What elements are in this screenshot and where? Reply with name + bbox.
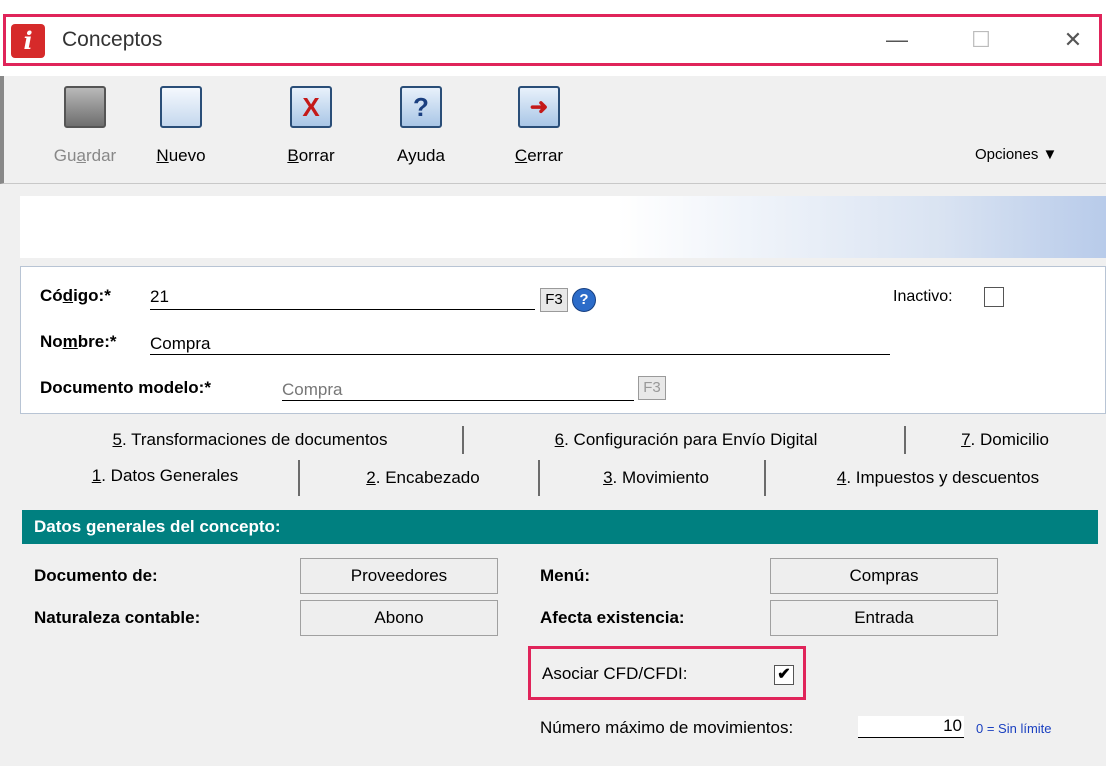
- header-banner: [20, 196, 1106, 258]
- nombre-label: Nombre:*: [40, 332, 117, 351]
- tab-domicilio[interactable]: 7. Domicilio: [930, 430, 1080, 450]
- tab-divider: [764, 460, 766, 496]
- window-title: Conceptos: [62, 28, 163, 51]
- documento-de-label: Documento de:: [34, 566, 158, 585]
- exit-label: Cerrar: [514, 146, 564, 165]
- naturaleza-contable-label: Naturaleza contable:: [34, 608, 201, 627]
- new-document-icon: [160, 86, 202, 128]
- afecta-existencia-button[interactable]: Entrada: [770, 600, 998, 636]
- section-title: Datos generales del concepto:: [22, 510, 1098, 544]
- maximize-button[interactable]: ☐: [958, 20, 1004, 60]
- delete-label: Borrar: [287, 146, 335, 165]
- max-movimientos-hint: 0 = Sin límite: [976, 721, 1052, 736]
- codigo-field[interactable]: 21: [150, 287, 535, 310]
- asociar-cfd-checkbox[interactable]: ✔: [774, 665, 794, 685]
- new-label: Nuevo: [156, 146, 206, 165]
- max-movimientos-field[interactable]: 10: [858, 716, 964, 738]
- help-icon: ?: [400, 86, 442, 128]
- menu-button[interactable]: Compras: [770, 558, 998, 594]
- help-label: Ayuda: [397, 146, 445, 165]
- documento-de-button[interactable]: Proveedores: [300, 558, 498, 594]
- menu-label: Menú:: [540, 566, 591, 585]
- documento-modelo-field[interactable]: Compra: [282, 380, 634, 401]
- delete-button[interactable]: X Borrar: [272, 86, 350, 174]
- documento-modelo-label: Documento modelo:*: [40, 378, 211, 397]
- title-bar-highlight: [3, 14, 1102, 66]
- codigo-label: Código:*: [40, 286, 111, 305]
- save-label: Guardar: [53, 146, 117, 165]
- tab-divider: [462, 426, 464, 454]
- help-circle-icon[interactable]: ?: [572, 288, 596, 312]
- save-icon: [64, 86, 106, 128]
- max-movimientos-label: Número máximo de movimientos:: [540, 718, 794, 737]
- close-button[interactable]: ✕: [1050, 20, 1096, 60]
- save-button[interactable]: Guardar: [46, 86, 124, 174]
- tab-envio-digital[interactable]: 6. Configuración para Envío Digital: [486, 430, 886, 450]
- app-logo-icon: i: [11, 24, 45, 58]
- exit-button[interactable]: ➜ Cerrar: [500, 86, 578, 174]
- exit-icon: ➜: [518, 86, 560, 128]
- tab-encabezado[interactable]: 2. Encabezado: [310, 468, 536, 488]
- asociar-cfd-label: Asociar CFD/CFDI:: [542, 664, 688, 683]
- tab-datos-generales[interactable]: 1. Datos Generales: [40, 466, 290, 486]
- naturaleza-contable-button[interactable]: Abono: [300, 600, 498, 636]
- minimize-button[interactable]: —: [874, 20, 920, 60]
- codigo-f3-button[interactable]: F3: [540, 288, 568, 312]
- tab-impuestos[interactable]: 4. Impuestos y descuentos: [780, 468, 1096, 488]
- afecta-existencia-label: Afecta existencia:: [540, 608, 685, 627]
- inactivo-checkbox[interactable]: [984, 287, 1004, 307]
- nombre-field[interactable]: Compra: [150, 334, 890, 355]
- new-button[interactable]: Nuevo: [142, 86, 220, 174]
- help-button[interactable]: ? Ayuda: [382, 86, 460, 174]
- tab-divider: [538, 460, 540, 496]
- tab-divider: [298, 460, 300, 496]
- tab-transformaciones[interactable]: 5. Transformaciones de documentos: [40, 430, 460, 450]
- delete-icon: X: [290, 86, 332, 128]
- inactivo-label: Inactivo:: [893, 288, 953, 305]
- tab-movimiento[interactable]: 3. Movimiento: [550, 468, 762, 488]
- options-menu[interactable]: Opciones ▼: [975, 146, 1057, 163]
- tab-divider: [904, 426, 906, 454]
- documento-f3-button[interactable]: F3: [638, 376, 666, 400]
